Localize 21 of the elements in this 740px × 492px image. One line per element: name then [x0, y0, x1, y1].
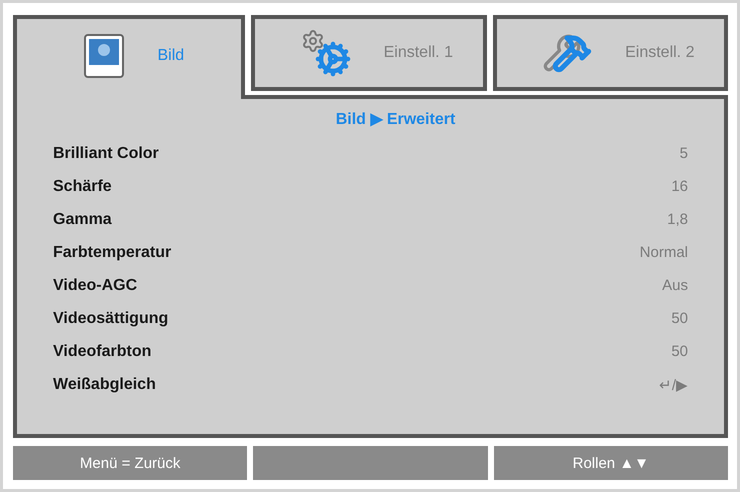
- setting-value: 1,8: [667, 211, 688, 228]
- scroll-hint: Rollen ▲▼: [572, 454, 650, 472]
- setting-value: 16: [671, 178, 688, 195]
- breadcrumb: Bild ▶ Erweitert: [336, 110, 456, 129]
- setting-value: Aus: [662, 277, 688, 294]
- setting-label[interactable]: Videosättigung: [53, 310, 168, 328]
- setting-value: 50: [671, 310, 688, 327]
- gears-icon: [300, 29, 353, 77]
- setting-value: Normal: [640, 244, 688, 261]
- setting-value: 5: [680, 145, 688, 162]
- setting-value: ↵/▶: [658, 376, 688, 394]
- back-hint: Menü = Zurück: [80, 454, 180, 472]
- picture-frame-icon: [84, 34, 124, 78]
- setting-label[interactable]: Video-AGC: [53, 276, 138, 294]
- setting-label[interactable]: Videofarbton: [53, 342, 152, 360]
- setting-label[interactable]: Brilliant Color: [53, 144, 159, 162]
- setting-label[interactable]: Schärfe: [53, 178, 112, 196]
- setting-label[interactable]: Weißabgleich: [53, 376, 156, 394]
- setting-label[interactable]: Gamma: [53, 210, 112, 228]
- setting-label[interactable]: Farbtemperatur: [53, 244, 172, 262]
- setting-value: 50: [671, 343, 688, 360]
